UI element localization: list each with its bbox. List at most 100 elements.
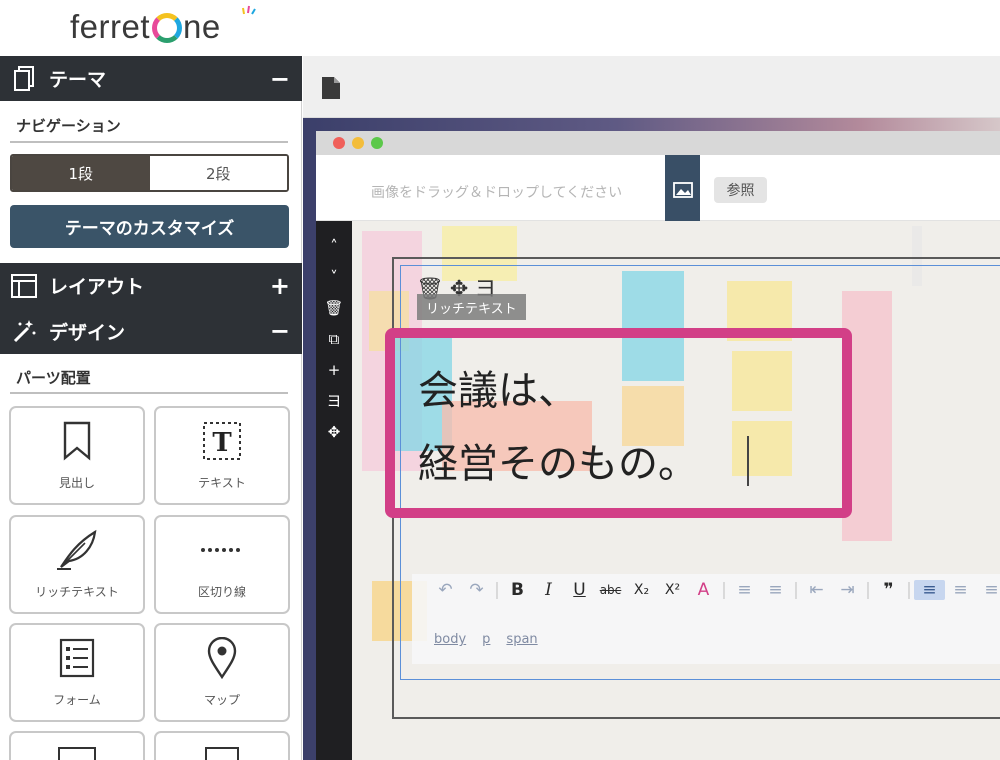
drag-move-icon[interactable]: ✥ bbox=[316, 417, 352, 448]
toolbar-separator: | bbox=[906, 580, 912, 600]
navigation-divider bbox=[10, 141, 288, 143]
window-close-dot[interactable] bbox=[333, 137, 345, 149]
logo-text-suffix: ne bbox=[183, 8, 221, 45]
align-left-icon[interactable]: ≡ bbox=[914, 580, 945, 600]
page-toolbar bbox=[303, 56, 1000, 118]
part-rich-text-label: リッチテキスト bbox=[35, 585, 119, 599]
window-titlebar bbox=[316, 131, 1000, 155]
background-photo: 🗑✥ヨ リッチテキスト 会議は、 経営そのもの。 ↶ ↷ | B I U abc bbox=[352, 221, 1000, 760]
path-body[interactable]: body bbox=[434, 632, 466, 647]
tier-2-option[interactable]: 2段 bbox=[149, 156, 287, 190]
part-video[interactable] bbox=[154, 731, 290, 760]
bold-button[interactable]: B bbox=[502, 580, 533, 600]
customize-theme-button[interactable]: テーマのカスタマイズ bbox=[10, 205, 289, 248]
subscript-button[interactable]: X₂ bbox=[626, 582, 657, 598]
design-section-title: デザイン bbox=[49, 321, 126, 344]
theme-section-header[interactable]: テーマ − bbox=[0, 56, 302, 101]
part-text[interactable]: T テキスト bbox=[154, 406, 290, 505]
text-t-icon: T bbox=[156, 418, 288, 464]
part-heading[interactable]: 見出し bbox=[9, 406, 145, 505]
blockquote-icon[interactable]: ❞ bbox=[873, 580, 904, 600]
top-header: ferret ne bbox=[0, 0, 1000, 56]
trash-icon[interactable]: 🗑 bbox=[316, 293, 352, 324]
toolbar-separator: | bbox=[793, 580, 799, 600]
parts-placement-label: パーツ配置 bbox=[16, 369, 91, 387]
indent-icon[interactable]: ⇥ bbox=[832, 580, 863, 600]
navigation-tier-toggle[interactable]: 1段 2段 bbox=[10, 154, 289, 192]
video-icon bbox=[156, 745, 288, 760]
browse-button[interactable]: 参照 bbox=[714, 177, 767, 203]
logo-text-prefix: ferret bbox=[70, 8, 151, 45]
divider-icon bbox=[156, 527, 288, 573]
part-heading-label: 見出し bbox=[58, 476, 95, 490]
navigation-label: ナビゲーション bbox=[16, 117, 121, 135]
part-map-label: マップ bbox=[203, 693, 240, 707]
quill-icon bbox=[11, 527, 143, 573]
image-icon bbox=[11, 745, 143, 760]
bookmark-icon bbox=[11, 418, 143, 464]
element-path: body p span bbox=[434, 632, 538, 647]
part-divider[interactable]: 区切り線 bbox=[154, 515, 290, 614]
theme-collapse-icon[interactable]: − bbox=[270, 65, 290, 93]
image-dropzone[interactable]: 画像をドラッグ＆ドロップしてください 参照 bbox=[316, 155, 1000, 225]
layout-section-header[interactable]: レイアウト + bbox=[0, 263, 302, 308]
rich-text-tag: リッチテキスト bbox=[417, 294, 526, 320]
move-down-icon[interactable]: ˅ bbox=[316, 262, 352, 293]
logo-o-ring-icon bbox=[152, 13, 183, 43]
superscript-button[interactable]: X² bbox=[657, 582, 688, 598]
numbered-list-icon[interactable]: ≡ bbox=[729, 580, 760, 600]
part-image[interactable] bbox=[9, 731, 145, 760]
move-up-icon[interactable]: ˄ bbox=[316, 231, 352, 262]
svg-text:T: T bbox=[212, 428, 232, 458]
window-maximize-dot[interactable] bbox=[371, 137, 383, 149]
path-span[interactable]: span bbox=[506, 632, 537, 647]
ferretone-logo[interactable]: ferret ne bbox=[70, 5, 256, 49]
tier-1-option[interactable]: 1段 bbox=[12, 156, 150, 190]
outdent-icon[interactable]: ⇤ bbox=[801, 580, 832, 600]
redo-icon[interactable]: ↷ bbox=[461, 580, 492, 600]
design-collapse-icon[interactable]: − bbox=[270, 317, 290, 345]
undo-icon[interactable]: ↶ bbox=[430, 580, 461, 600]
block-tools-bar: ˄ ˅ 🗑 ⧉ + ヨ ✥ bbox=[316, 221, 352, 760]
layout-section-title: レイアウト bbox=[49, 276, 145, 298]
window-minimize-dot[interactable] bbox=[352, 137, 364, 149]
logo-spark-icon bbox=[242, 5, 256, 15]
theme-pages-icon bbox=[11, 65, 37, 92]
format-buttons-row: ↶ ↷ | B I U abc X₂ X² A | ≡ ≡ | ⇤ ⇥ | ❞ … bbox=[430, 580, 1000, 600]
bulleted-list-icon[interactable]: ≡ bbox=[760, 580, 791, 600]
remove-format-button[interactable]: A bbox=[688, 580, 719, 600]
content-line-2[interactable]: 経営そのもの。 bbox=[418, 431, 698, 489]
part-map[interactable]: マップ bbox=[154, 623, 290, 722]
italic-button[interactable]: I bbox=[533, 580, 564, 600]
form-list-icon bbox=[11, 635, 143, 681]
design-section-header[interactable]: デザイン − bbox=[0, 308, 302, 354]
main-editor-area: 画像をドラッグ＆ドロップしてください 参照 ˄ ˅ 🗑 ⧉ + ヨ ✥ 🗑✥ヨ … bbox=[303, 56, 1000, 760]
toolbar-separator: | bbox=[865, 580, 871, 600]
part-form-label: フォーム bbox=[53, 693, 101, 707]
align-block-icon[interactable]: ヨ bbox=[316, 386, 352, 417]
content-line-1[interactable]: 会議は、 bbox=[418, 358, 578, 416]
dropzone-hint: 画像をドラッグ＆ドロップしてください bbox=[371, 185, 623, 201]
format-toolbar: ↶ ↷ | B I U abc X₂ X² A | ≡ ≡ | ⇤ ⇥ | ❞ … bbox=[412, 574, 1000, 664]
magic-wand-icon bbox=[11, 318, 37, 344]
left-sidebar: テーマ − ナビゲーション 1段 2段 テーマのカスタマイズ レイアウト + デ… bbox=[0, 56, 302, 760]
path-p[interactable]: p bbox=[482, 632, 490, 647]
parts-divider bbox=[10, 392, 288, 394]
part-form[interactable]: フォーム bbox=[9, 623, 145, 722]
text-caret bbox=[747, 436, 749, 486]
align-right-icon[interactable]: ≡ bbox=[976, 580, 1000, 600]
part-divider-label: 区切り線 bbox=[197, 585, 246, 599]
map-pin-icon bbox=[156, 635, 288, 681]
layout-expand-icon[interactable]: + bbox=[270, 272, 290, 300]
preview-window: 画像をドラッグ＆ドロップしてください 参照 ˄ ˅ 🗑 ⧉ + ヨ ✥ 🗑✥ヨ … bbox=[316, 131, 1000, 760]
picture-icon bbox=[672, 182, 693, 198]
align-center-icon[interactable]: ≡ bbox=[945, 580, 976, 600]
underline-button[interactable]: U bbox=[564, 580, 595, 600]
part-rich-text[interactable]: リッチテキスト bbox=[9, 515, 145, 614]
strikethrough-button[interactable]: abc bbox=[595, 583, 626, 597]
add-icon[interactable]: + bbox=[316, 355, 352, 386]
image-upload-button[interactable] bbox=[665, 155, 700, 225]
duplicate-icon[interactable]: ⧉ bbox=[316, 324, 352, 355]
toolbar-separator: | bbox=[721, 580, 727, 600]
page-document-icon[interactable] bbox=[321, 76, 341, 100]
